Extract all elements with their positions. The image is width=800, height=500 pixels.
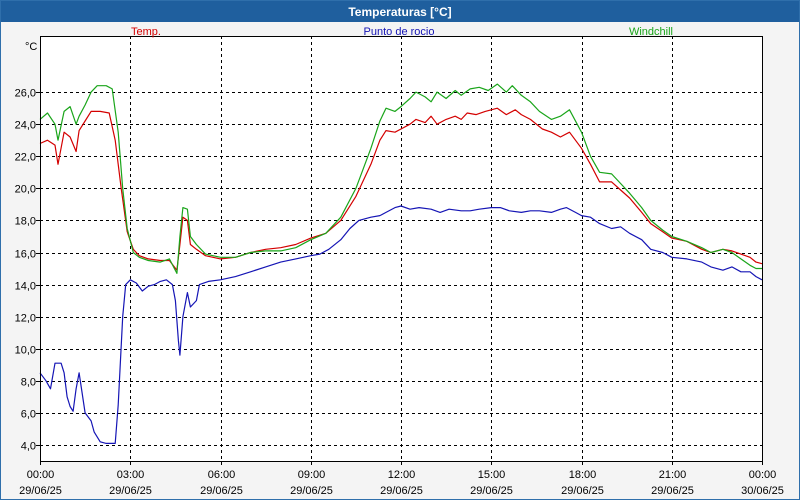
- x-tick-label-time: 18:00: [569, 469, 597, 481]
- y-tick-label: 8,0: [21, 377, 36, 389]
- y-axis-ticks: 4,0 6,0 8,0 10,0 12,0 14,0 16,0 18,0 20,0 22,0 24,…: [15, 88, 40, 453]
- legend-item: Windchill: [629, 26, 673, 38]
- y-tick-label: 4,0: [21, 441, 36, 453]
- legend-item: Punto de rocio: [364, 26, 435, 38]
- y-tick-label: 10,0: [15, 345, 36, 357]
- x-tick-label-date: 29/06/25: [200, 485, 243, 497]
- temperature-chart: 4,0 6,0 8,0 10,0 12,0 14,0 16,0 18,0 20,0 22,0 24,…: [15, 26, 784, 497]
- y-tick-label: 26,0: [15, 88, 36, 100]
- y-tick-label: 12,0: [15, 313, 36, 325]
- x-tick-label-date: 29/06/25: [109, 485, 152, 497]
- x-tick-label-date: 29/06/25: [561, 485, 604, 497]
- y-tick-label: 14,0: [15, 281, 36, 293]
- x-tick-label-time: 00:00: [27, 469, 55, 481]
- y-tick-label: 22,0: [15, 152, 36, 164]
- legend-item: Temp.: [131, 26, 161, 38]
- x-tick-label-date: 29/06/25: [651, 485, 694, 497]
- x-tick-label-time: 21:00: [659, 469, 687, 481]
- y-tick-label: 16,0: [15, 249, 36, 261]
- y-tick-label: 24,0: [15, 120, 36, 132]
- x-tick-label-date: 29/06/25: [19, 485, 62, 497]
- x-tick-label-time: 00:00: [749, 469, 777, 481]
- y-axis-label: °C: [25, 41, 37, 53]
- x-tick-label-time: 09:00: [298, 469, 326, 481]
- y-tick-label: 18,0: [15, 216, 36, 228]
- x-axis-ticks: 00:00 29/06/25 03:00 29/06/25 06:00 29/06/25 0…: [19, 461, 784, 497]
- x-tick-label-date: 29/06/25: [290, 485, 333, 497]
- x-tick-label-time: 15:00: [478, 469, 506, 481]
- x-tick-label-date: 30/06/25: [741, 485, 784, 497]
- x-tick-label-date: 29/06/25: [470, 485, 513, 497]
- x-tick-label-time: 06:00: [208, 469, 236, 481]
- y-tick-label: 20,0: [15, 184, 36, 196]
- y-tick-label: 6,0: [21, 409, 36, 421]
- x-tick-label-time: 12:00: [388, 469, 416, 481]
- x-tick-label-time: 03:00: [117, 469, 145, 481]
- x-tick-label-date: 29/06/25: [380, 485, 423, 497]
